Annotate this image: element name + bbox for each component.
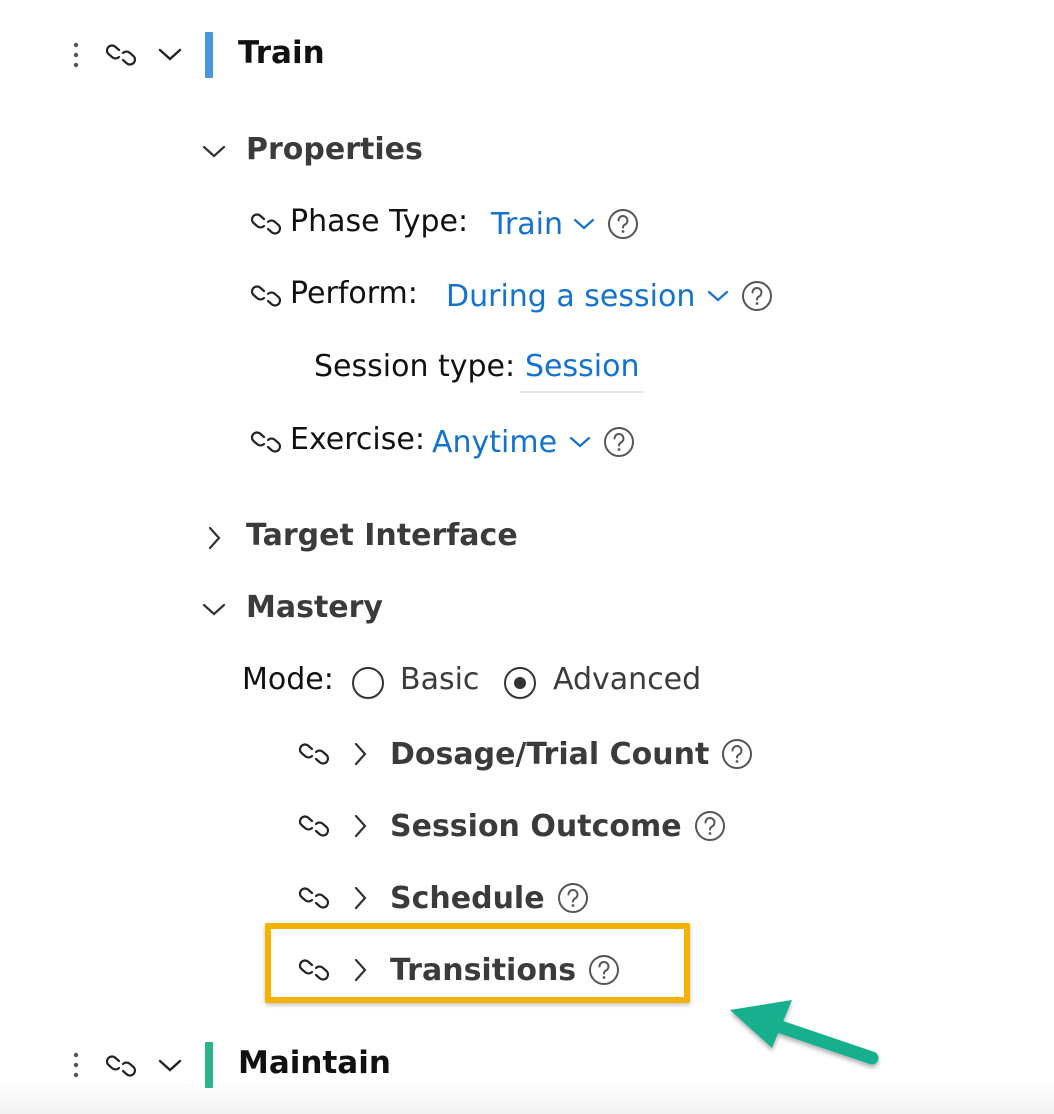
chevron-down-icon[interactable] xyxy=(200,140,228,162)
phase-title-train: Train xyxy=(238,35,325,71)
phase-title-maintain: Maintain xyxy=(238,1045,391,1081)
perform-select[interactable]: During a session xyxy=(446,274,773,318)
mastery-item-transitions[interactable]: Transitions xyxy=(390,948,620,992)
target-interface-section-title[interactable]: Target Interface xyxy=(246,518,518,553)
help-icon[interactable] xyxy=(741,280,773,312)
chevron-down-icon[interactable] xyxy=(200,598,228,620)
help-icon[interactable] xyxy=(557,882,589,914)
help-icon[interactable] xyxy=(588,954,620,986)
help-icon[interactable] xyxy=(694,810,726,842)
session-type-value[interactable]: Session xyxy=(525,349,639,384)
link-icon[interactable] xyxy=(105,42,137,68)
help-icon[interactable] xyxy=(721,738,753,770)
help-icon[interactable] xyxy=(603,426,635,458)
mastery-item-schedule[interactable]: Schedule xyxy=(390,876,589,920)
annotation-arrow xyxy=(730,1000,879,1065)
mode-label: Mode: xyxy=(242,662,334,697)
chevron-right-icon[interactable] xyxy=(350,811,370,841)
link-icon[interactable] xyxy=(298,741,330,767)
radio-basic[interactable] xyxy=(351,666,385,700)
exercise-select[interactable]: Anytime xyxy=(432,420,635,464)
link-icon[interactable] xyxy=(298,957,330,983)
mastery-item-dosage[interactable]: Dosage/Trial Count xyxy=(390,732,753,776)
radio-basic-label[interactable]: Basic xyxy=(400,662,479,697)
mastery-item-session-outcome[interactable]: Session Outcome xyxy=(390,804,726,848)
session-type-label: Session type: xyxy=(314,349,516,384)
perform-label: Perform: xyxy=(290,276,418,311)
mastery-item-label: Schedule xyxy=(390,880,545,916)
link-icon[interactable] xyxy=(105,1053,137,1079)
chevron-down-icon[interactable] xyxy=(156,1055,184,1075)
phase-type-value: Train xyxy=(491,206,563,242)
mastery-item-label: Session Outcome xyxy=(390,808,682,844)
chevron-right-icon[interactable] xyxy=(350,955,370,985)
link-icon[interactable] xyxy=(298,813,330,839)
maintain-phase-color-bar xyxy=(205,1042,213,1088)
exercise-label: Exercise: xyxy=(290,422,425,457)
link-icon[interactable] xyxy=(250,429,282,455)
properties-section-title[interactable]: Properties xyxy=(246,132,423,167)
drag-handle-icon[interactable] xyxy=(73,1052,79,1078)
link-icon[interactable] xyxy=(250,283,282,309)
session-type-underline xyxy=(520,391,643,393)
chevron-down-icon[interactable] xyxy=(156,44,184,64)
chevron-right-icon[interactable] xyxy=(350,883,370,913)
radio-advanced-label[interactable]: Advanced xyxy=(553,662,701,697)
bottom-fade xyxy=(0,1080,1054,1114)
radio-advanced[interactable] xyxy=(503,666,537,700)
chevron-down-icon xyxy=(571,215,597,233)
train-phase-header xyxy=(66,30,86,80)
mastery-section-title[interactable]: Mastery xyxy=(246,590,383,625)
train-phase-color-bar xyxy=(205,32,213,78)
chevron-right-icon[interactable] xyxy=(204,523,224,553)
mastery-item-label: Dosage/Trial Count xyxy=(390,736,710,772)
perform-value: During a session xyxy=(446,278,696,314)
mastery-item-label: Transitions xyxy=(390,952,577,988)
chevron-right-icon[interactable] xyxy=(350,739,370,769)
phase-type-label: Phase Type: xyxy=(290,204,469,239)
phase-type-select[interactable]: Train xyxy=(491,202,639,246)
chevron-down-icon xyxy=(567,433,593,451)
exercise-value: Anytime xyxy=(432,424,558,460)
drag-handle-icon[interactable] xyxy=(66,42,86,68)
help-icon[interactable] xyxy=(607,208,639,240)
link-icon[interactable] xyxy=(298,885,330,911)
link-icon[interactable] xyxy=(250,211,282,237)
chevron-down-icon xyxy=(705,287,731,305)
